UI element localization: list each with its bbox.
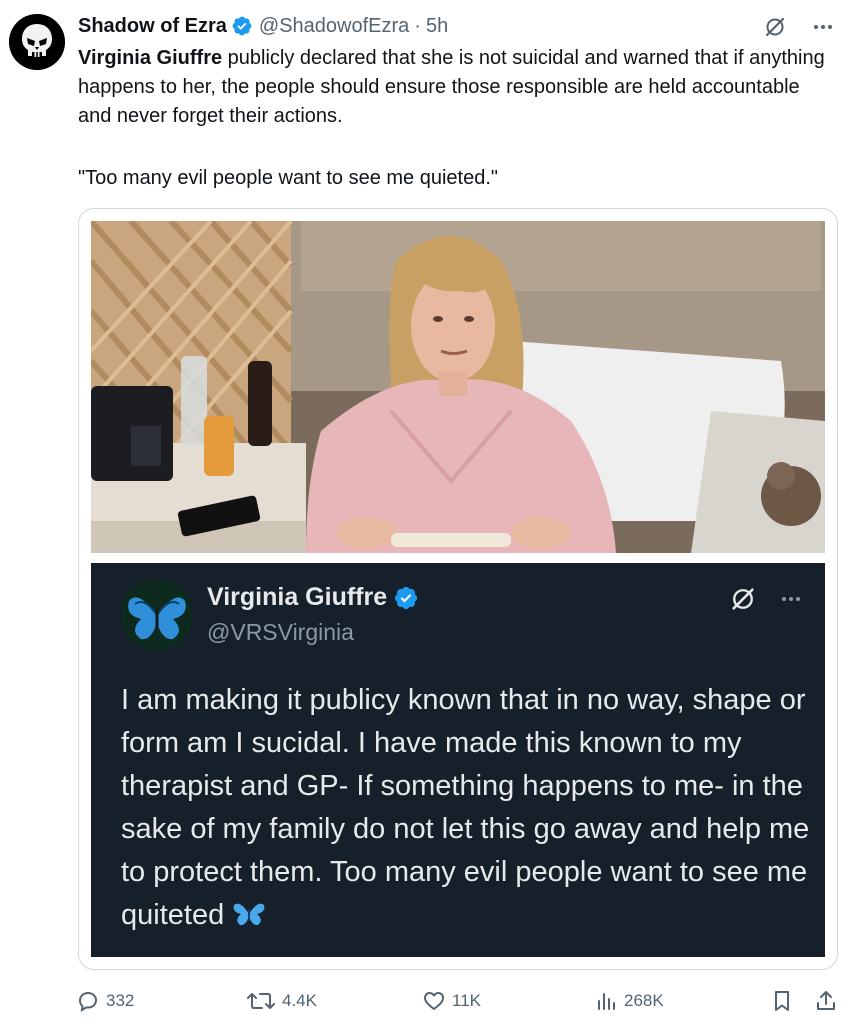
embedded-author-name: Virginia Giuffre (207, 583, 425, 612)
tweet-header: Shadow of Ezra @ShadowofEzra · 5h (78, 14, 448, 38)
reply-count: 332 (106, 991, 135, 1010)
share-icon (817, 991, 835, 1010)
like-button[interactable]: 11K (422, 986, 481, 1016)
photo[interactable] (91, 221, 825, 553)
repost-count: 4.4K (282, 991, 317, 1010)
share-button[interactable] (814, 986, 838, 1016)
embedded-post-text: I am making it publicy known that in no … (121, 679, 811, 937)
verified-badge-icon (231, 15, 253, 37)
author-name[interactable]: Shadow of Ezra (78, 15, 227, 38)
grok-icon[interactable] (762, 14, 788, 40)
embedded-avatar (121, 579, 193, 651)
heart-icon (424, 992, 444, 1010)
view-count: 268K (624, 991, 664, 1010)
embedded-post-screenshot: Virginia Giuffre @VRSVirginia I am makin… (91, 563, 825, 957)
tweet-quote-line: "Too many evil people want to see me qui… (78, 167, 498, 189)
butterfly-emoji-icon (232, 900, 266, 928)
like-count: 11K (452, 991, 481, 1010)
more-icon[interactable] (810, 14, 836, 40)
bookmark-button[interactable] (770, 986, 794, 1016)
grok-icon (729, 585, 757, 618)
repost-button[interactable]: 4.4K (246, 986, 317, 1016)
action-bar: 332 4.4K 11K 268K (76, 986, 836, 1016)
more-icon (779, 587, 803, 616)
mentioned-name: Virginia Giuffre (78, 47, 223, 69)
bookmark-icon (775, 991, 789, 1011)
analytics-icon (598, 993, 615, 1010)
views-button[interactable]: 268K (594, 986, 664, 1016)
media-card[interactable]: Virginia Giuffre @VRSVirginia I am makin… (78, 208, 838, 970)
embedded-author-name-text: Virginia Giuffre (207, 583, 388, 611)
embedded-top-actions (729, 585, 803, 618)
embedded-author-handle: @VRSVirginia (207, 619, 354, 645)
author-handle[interactable]: @ShadowofEzra (259, 15, 409, 38)
embedded-post-body: I am making it publicy known that in no … (121, 684, 810, 931)
tweet-text: Virginia Giuffre publicly declared that … (78, 44, 830, 131)
author-avatar[interactable] (9, 14, 65, 70)
tweet-top-actions (762, 14, 836, 40)
timestamp[interactable]: 5h (426, 15, 448, 38)
repost-icon (247, 993, 275, 1009)
separator-dot: · (414, 14, 421, 37)
verified-badge-icon (393, 585, 419, 611)
reply-icon (78, 991, 98, 1012)
reply-button[interactable]: 332 (76, 986, 134, 1016)
